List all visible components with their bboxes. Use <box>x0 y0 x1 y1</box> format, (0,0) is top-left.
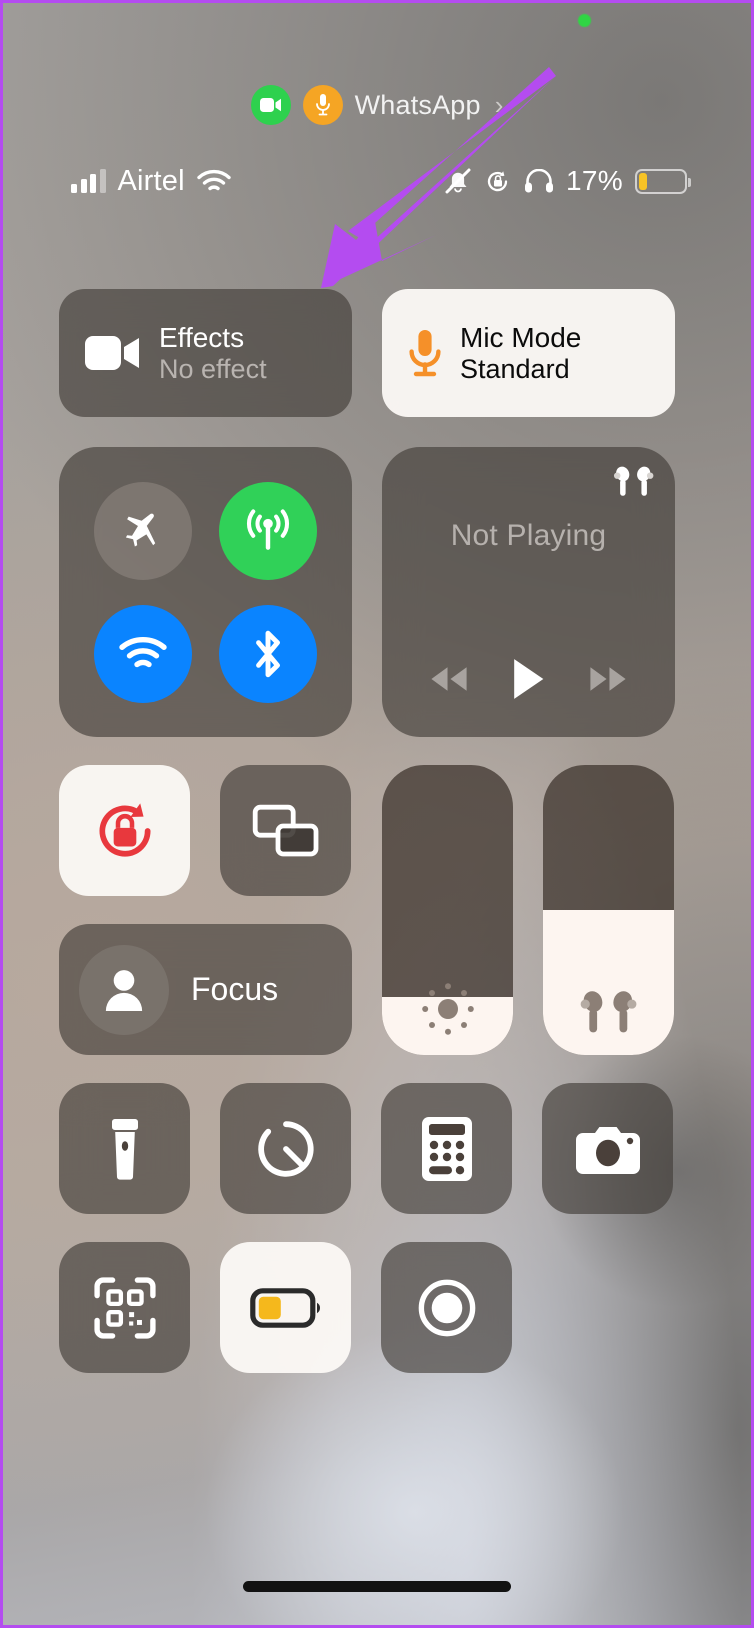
carrier-name: Airtel <box>117 164 185 197</box>
rotation-lock-button[interactable] <box>59 765 190 896</box>
media-title: Not Playing <box>450 519 607 552</box>
microphone-icon <box>409 330 441 377</box>
bluetooth-icon <box>255 630 280 677</box>
timer-icon <box>257 1120 314 1177</box>
wifi-icon <box>197 169 231 190</box>
media-playback-module[interactable]: Not Playing <box>382 447 675 737</box>
focus-icon-circle <box>79 944 169 1035</box>
rotation-lock-icon <box>487 170 508 191</box>
green-camera-privacy-dot <box>578 14 591 27</box>
call-controls-row: Effects No effect Mic Mode Standard <box>59 289 675 417</box>
flashlight-button[interactable] <box>59 1083 190 1214</box>
rewind-button[interactable] <box>427 664 471 699</box>
bluetooth-button[interactable] <box>218 604 317 703</box>
screen-mirroring-button[interactable] <box>220 765 351 896</box>
low-power-mode-button[interactable] <box>220 1242 351 1373</box>
control-center-grid: Effects No effect Mic Mode Standard Not … <box>59 289 675 1373</box>
brightness-icon <box>382 981 513 1037</box>
shortcuts-row-2 <box>59 1242 675 1373</box>
shortcuts-row-1 <box>59 1083 675 1214</box>
airplane-mode-button[interactable] <box>94 481 193 580</box>
airplane-icon <box>126 513 156 546</box>
controls-sliders-row: Focus <box>59 765 675 1055</box>
battery-icon <box>249 1287 320 1328</box>
calculator-button[interactable] <box>381 1083 512 1214</box>
airpods-icon <box>543 989 674 1037</box>
code-scanner-button[interactable] <box>59 1242 190 1373</box>
screen-recording-button[interactable] <box>381 1242 512 1373</box>
cellular-antenna-icon <box>246 508 289 550</box>
camera-button[interactable] <box>542 1083 673 1214</box>
airpods-icon[interactable] <box>613 465 655 504</box>
home-indicator-bar <box>243 1581 511 1592</box>
focus-tile[interactable]: Focus <box>59 924 352 1055</box>
calculator-icon <box>421 1116 472 1181</box>
rotation-lock-icon <box>98 802 151 857</box>
person-icon <box>105 969 143 1011</box>
active-call-banner[interactable]: WhatsApp › <box>3 85 751 125</box>
iphone-control-center-screen: WhatsApp › Airtel 17% Effects No effect … <box>0 0 754 1628</box>
battery-percentage: 17% <box>566 165 623 196</box>
qr-code-icon <box>93 1276 156 1339</box>
rewind-icon <box>431 667 467 691</box>
cellular-data-button[interactable] <box>218 481 317 580</box>
video-camera-icon <box>85 336 139 370</box>
mic-mode-tile[interactable]: Mic Mode Standard <box>382 289 675 417</box>
timer-button[interactable] <box>220 1083 351 1214</box>
play-icon <box>514 659 544 699</box>
flashlight-icon <box>111 1118 138 1180</box>
video-camera-icon <box>250 85 291 125</box>
chevron-right-icon[interactable]: › <box>495 90 504 121</box>
mic-mode-subtitle: Standard <box>460 353 570 384</box>
bell-slash-icon <box>445 168 471 193</box>
cellular-signal-icon <box>71 169 106 193</box>
fast-forward-button[interactable] <box>586 664 630 699</box>
battery-fill <box>639 172 648 190</box>
effects-title: Effects <box>159 321 245 353</box>
mic-mode-title: Mic Mode <box>460 321 582 353</box>
screen-record-icon <box>418 1279 475 1336</box>
brightness-slider[interactable] <box>382 765 513 1055</box>
status-bar: Airtel 17% <box>3 161 751 201</box>
fast-forward-icon <box>590 667 626 691</box>
play-button[interactable] <box>509 656 547 707</box>
effects-tile[interactable]: Effects No effect <box>59 289 352 417</box>
connectivity-media-row: Not Playing <box>59 447 675 737</box>
wifi-icon <box>119 636 167 667</box>
call-banner-app-name: WhatsApp <box>354 89 481 120</box>
focus-label: Focus <box>191 971 279 1007</box>
headphones-icon <box>525 168 554 192</box>
effects-subtitle: No effect <box>159 353 267 384</box>
battery-icon <box>635 168 691 194</box>
connectivity-module <box>59 447 352 737</box>
screen-mirroring-icon <box>252 804 318 856</box>
camera-icon <box>575 1126 640 1174</box>
wifi-button[interactable] <box>94 604 193 703</box>
volume-slider[interactable] <box>543 765 674 1055</box>
microphone-icon <box>302 85 343 125</box>
